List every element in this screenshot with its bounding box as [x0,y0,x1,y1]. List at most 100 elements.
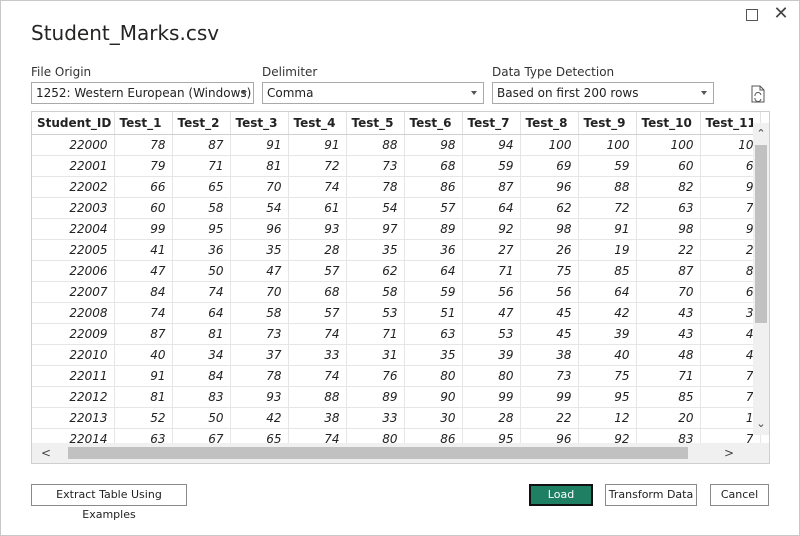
table-cell: 62 [346,260,405,282]
column-header[interactable]: Test_5 [346,112,405,135]
close-icon[interactable]: ✕ [771,3,791,25]
table-cell: 22 [520,407,579,429]
table-cell: 34 [172,344,231,366]
table-cell: 93 [288,218,347,240]
table-cell: 70 [230,281,289,303]
delimiter-value: Comma [267,86,314,100]
column-header[interactable]: Test_9 [578,112,637,135]
table-cell: 36 [172,239,231,261]
table-cell: 98 [636,218,701,240]
table-cell: 85 [636,386,701,408]
table-cell: 22008 [32,302,115,324]
load-button[interactable]: Load [529,484,593,506]
horizontal-scrollbar[interactable]: < > [32,443,769,463]
table-cell: 58 [230,302,289,324]
column-header[interactable]: Test_3 [230,112,289,135]
table-cell: 78 [114,134,173,156]
scroll-up-icon[interactable]: ⌃ [753,125,769,143]
transform-data-button[interactable]: Transform Data [605,484,697,506]
column-header[interactable]: Student_ID [32,112,115,135]
table-cell: 22011 [32,365,115,387]
table-cell: 41 [114,239,173,261]
table-cell: 39 [462,344,521,366]
table-row: 22003 60 58 54 61 54 57 64 62 72 63 7 [32,197,761,219]
delimiter-dropdown[interactable]: Comma [262,82,484,104]
scroll-right-icon[interactable]: > [719,443,739,463]
column-header[interactable]: Test_11 [700,112,761,135]
table-row: 22004 99 95 96 93 97 89 92 98 91 98 9 [32,218,761,240]
table-cell: 74 [288,176,347,198]
vertical-scroll-thumb[interactable] [755,145,767,323]
table-cell: 28 [462,407,521,429]
table-cell: 6 [700,155,761,177]
column-header[interactable]: Test_7 [462,112,521,135]
table-cell: 4 [700,344,761,366]
table-cell: 70 [636,281,701,303]
table-cell: 48 [636,344,701,366]
table-cell: 78 [230,365,289,387]
table-cell: 89 [404,218,463,240]
file-origin-label: File Origin [31,65,92,79]
column-header[interactable]: Test_10 [636,112,701,135]
file-origin-dropdown[interactable]: 1252: Western European (Windows) [31,82,254,104]
table-cell: 75 [520,260,579,282]
table-cell: 61 [288,197,347,219]
table-cell: 50 [172,260,231,282]
csv-import-dialog: ✕ Student_Marks.csv File Origin 1252: We… [0,0,800,536]
table-cell: 73 [520,365,579,387]
table-cell: 99 [114,218,173,240]
table-cell: 7 [700,365,761,387]
table-cell: 60 [636,155,701,177]
table-cell: 82 [636,176,701,198]
table-cell: 35 [346,239,405,261]
table-cell: 42 [578,302,637,324]
data-table: Student_ID Test_1 Test_2 Test_3 Test_4 Test_5… [32,112,761,450]
table-cell: 3 [700,302,761,324]
table-cell: 90 [404,386,463,408]
table-cell: 95 [172,218,231,240]
refresh-document-icon[interactable] [751,85,765,103]
table-cell: 84 [114,281,173,303]
extract-table-button[interactable]: Extract Table Using Examples [31,484,187,521]
vertical-scrollbar[interactable]: ⌃ ⌄ [753,123,769,435]
data-type-detection-dropdown[interactable]: Based on first 200 rows [492,82,714,104]
table-cell: 94 [462,134,521,156]
table-cell: 64 [172,302,231,324]
table-cell: 87 [172,134,231,156]
table-cell: 63 [404,323,463,345]
table-cell: 22013 [32,407,115,429]
table-cell: 63 [636,197,701,219]
table-cell: 51 [404,302,463,324]
column-header[interactable]: Test_6 [404,112,463,135]
cancel-button[interactable]: Cancel [710,484,769,506]
table-cell: 91 [114,365,173,387]
column-header[interactable]: Test_8 [520,112,579,135]
column-header[interactable]: Test_2 [172,112,231,135]
table-cell: 53 [346,302,405,324]
table-row: 22010 40 34 37 33 31 35 39 38 40 48 4 [32,344,761,366]
table-cell: 47 [114,260,173,282]
scroll-left-icon[interactable]: < [36,443,56,463]
maximize-icon[interactable] [746,9,758,21]
table-cell: 69 [520,155,579,177]
table-cell: 75 [578,365,637,387]
table-cell: 70 [230,176,289,198]
table-cell: 52 [114,407,173,429]
table-cell: 81 [172,323,231,345]
table-cell: 71 [636,365,701,387]
column-header[interactable]: Test_1 [114,112,173,135]
scroll-down-icon[interactable]: ⌄ [753,415,769,433]
table-cell: 71 [462,260,521,282]
table-row: 22009 87 81 73 74 71 63 53 45 39 43 4 [32,323,761,345]
table-cell: 35 [404,344,463,366]
table-cell: 12 [578,407,637,429]
chevron-down-icon [471,91,477,95]
horizontal-scroll-thumb[interactable] [68,447,688,459]
table-cell: 33 [346,407,405,429]
file-origin-value: 1252: Western European (Windows) [36,86,252,100]
table-cell: 27 [462,239,521,261]
column-header[interactable]: Test_4 [288,112,347,135]
table-cell: 40 [578,344,637,366]
table-cell: 87 [462,176,521,198]
table-cell: 43 [636,302,701,324]
